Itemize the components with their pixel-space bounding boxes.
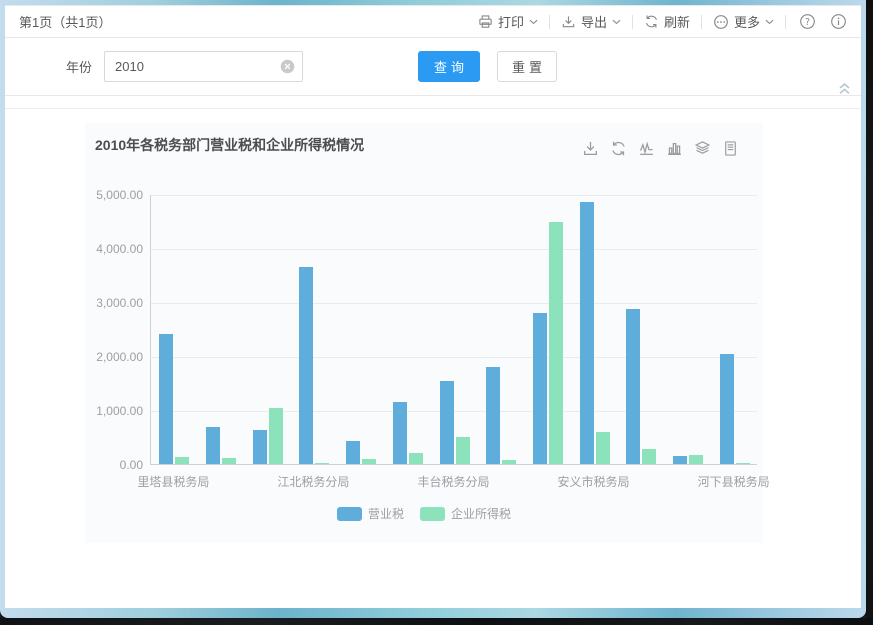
y-axis-tick: 1,000.00 [96,404,143,418]
bar-business-tax [580,202,594,464]
y-axis-tick: 2,000.00 [96,350,143,364]
reset-button[interactable]: 重置 [497,51,557,82]
data-view-icon[interactable] [722,140,739,157]
bar-income-tax [222,458,236,464]
info-button[interactable] [830,13,847,30]
refresh-button[interactable]: 刷新 [644,12,690,31]
gridline [151,357,757,358]
window-content: 第1页（共1页） 打印 [5,5,861,608]
divider [701,15,702,29]
bar-business-tax [346,441,360,464]
line-chart-icon[interactable] [638,140,655,157]
print-button[interactable]: 打印 [478,12,538,31]
export-button[interactable]: 导出 [561,12,621,31]
plot-area [150,195,757,465]
download-icon [561,14,576,29]
save-image-icon[interactable] [582,140,599,157]
x-axis-label: 里塔县税务局 [137,473,209,490]
query-button[interactable]: 查询 [418,51,480,82]
bar-income-tax [689,455,703,464]
bar-business-tax [673,456,687,464]
bar-business-tax [486,367,500,464]
bar-business-tax [626,309,640,464]
app-window: 第1页（共1页） 打印 [0,0,866,618]
x-axis-label: 丰台税务分局 [417,473,489,490]
more-label: 更多 [734,12,760,31]
gridline [151,249,757,250]
help-button[interactable]: ? [799,13,816,30]
bar-business-tax [253,430,267,464]
bar-business-tax [533,313,547,464]
top-toolbar: 打印 导出 [478,12,847,31]
bar-income-tax [502,460,516,464]
legend-swatch [337,507,362,521]
chevron-down-icon [529,19,538,25]
gridline [151,195,757,196]
legend-item-business-tax[interactable]: 营业税 [337,505,404,522]
bar-income-tax [269,408,283,464]
bar-chart-icon[interactable] [666,140,683,157]
chart-card: 2010年各税务部门营业税和企业所得税情况 [85,123,763,543]
y-axis-tick: 0.00 [120,458,143,472]
bar-income-tax [315,463,329,464]
x-axis-label: 河下县税务局 [698,473,770,490]
restore-icon[interactable] [610,140,627,157]
gridline [151,411,757,412]
clear-input-icon[interactable] [280,59,295,74]
gridline [151,303,757,304]
legend-label: 企业所得税 [451,505,511,522]
x-axis: 里塔县税务局江北税务分局丰台税务分局安义市税务局河下县税务局 [150,473,757,489]
x-axis-label: 安义市税务局 [558,473,630,490]
bar-income-tax [409,453,423,464]
year-input[interactable] [104,51,303,82]
legend-item-income-tax[interactable]: 企业所得税 [420,505,511,522]
y-axis-tick: 4,000.00 [96,242,143,256]
bar-business-tax [206,427,220,464]
bar-income-tax [596,432,610,464]
more-button[interactable]: 更多 [713,12,774,31]
panel-divider [5,96,861,109]
bar-income-tax [362,459,376,464]
chart-toolbar [582,140,739,157]
bar-income-tax [642,449,656,464]
bar-business-tax [720,354,734,464]
printer-icon [478,14,493,29]
page-indicator: 第1页（共1页） [19,12,111,31]
desktop-background [0,618,873,625]
chevron-down-icon [765,19,774,25]
stack-icon[interactable] [694,140,711,157]
y-axis: 5,000.00 4,000.00 3,000.00 2,000.00 1,000.00… [85,123,143,543]
x-axis-label: 江北税务分局 [277,473,349,490]
filter-bar: 年份 查询 重置 [5,38,861,96]
collapse-panel-button[interactable] [837,82,852,95]
desktop-background [866,0,873,618]
year-label: 年份 [66,57,92,76]
bar-income-tax [175,457,189,464]
divider [632,15,633,29]
bar-income-tax [549,222,563,464]
bar-business-tax [440,381,454,464]
bar-income-tax [456,437,470,464]
divider [549,15,550,29]
chart-legend: 营业税 企业所得税 [85,505,763,522]
refresh-icon [644,14,659,29]
chevron-down-icon [612,19,621,25]
bar-income-tax [736,463,750,464]
refresh-label: 刷新 [664,12,690,31]
legend-swatch [420,507,445,521]
bar-business-tax [299,267,313,464]
y-axis-tick: 3,000.00 [96,296,143,310]
top-bar: 第1页（共1页） 打印 [5,5,861,38]
bar-business-tax [159,334,173,464]
bar-business-tax [393,402,407,464]
legend-label: 营业税 [368,505,404,522]
export-label: 导出 [581,12,607,31]
ellipsis-circle-icon [713,14,729,30]
year-input-wrap [104,51,303,82]
y-axis-tick: 5,000.00 [96,188,143,202]
divider [785,15,786,29]
print-label: 打印 [498,12,524,31]
svg-text:?: ? [805,17,810,28]
